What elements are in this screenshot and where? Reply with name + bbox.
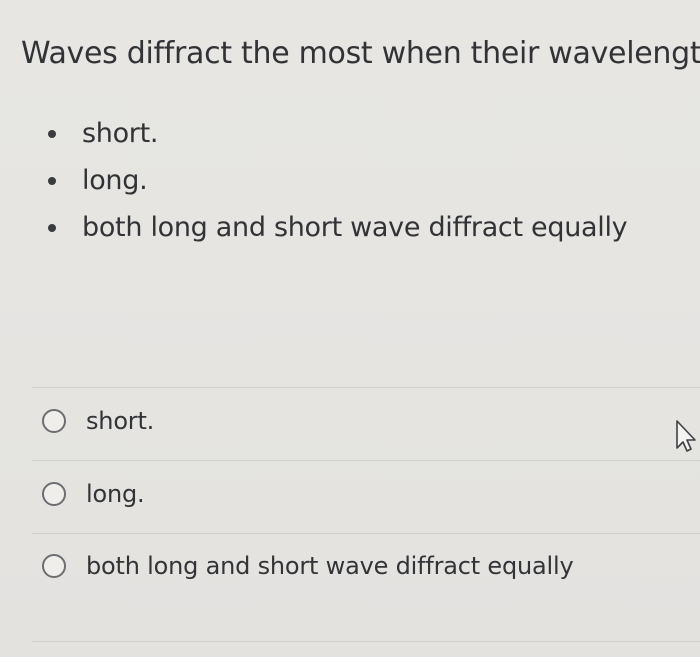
option-label: both long and short wave diffract equall… (86, 552, 574, 580)
bullet-label: long. (82, 165, 148, 196)
bullet-label: short. (82, 118, 159, 149)
radio-button-icon[interactable] (42, 554, 66, 578)
option-label: long. (86, 480, 145, 508)
option-label: short. (86, 407, 155, 435)
divider (32, 387, 700, 388)
answer-bullet-list: short. long. both long and short wave di… (48, 110, 628, 251)
divider (32, 641, 700, 642)
bullet-label: both long and short wave diffract equall… (82, 212, 628, 243)
radio-button-icon[interactable] (42, 482, 66, 506)
divider (32, 533, 700, 534)
bullet-item-long: long. (48, 157, 627, 204)
radio-button-icon[interactable] (42, 409, 66, 433)
bullet-item-both: both long and short wave diffract equall… (48, 204, 628, 251)
hand-pointer-cursor-icon (676, 420, 696, 452)
bullet-dot-icon (48, 129, 56, 138)
option-both[interactable]: both long and short wave diffract equall… (42, 552, 574, 580)
question-text: Waves diffract the most when their wavel… (21, 36, 700, 71)
option-long[interactable]: long. (42, 480, 145, 508)
bullet-dot-icon (48, 223, 56, 232)
option-short[interactable]: short. (42, 407, 154, 435)
bullet-item-short: short. (48, 110, 627, 157)
divider (32, 460, 700, 461)
bullet-dot-icon (48, 176, 56, 185)
